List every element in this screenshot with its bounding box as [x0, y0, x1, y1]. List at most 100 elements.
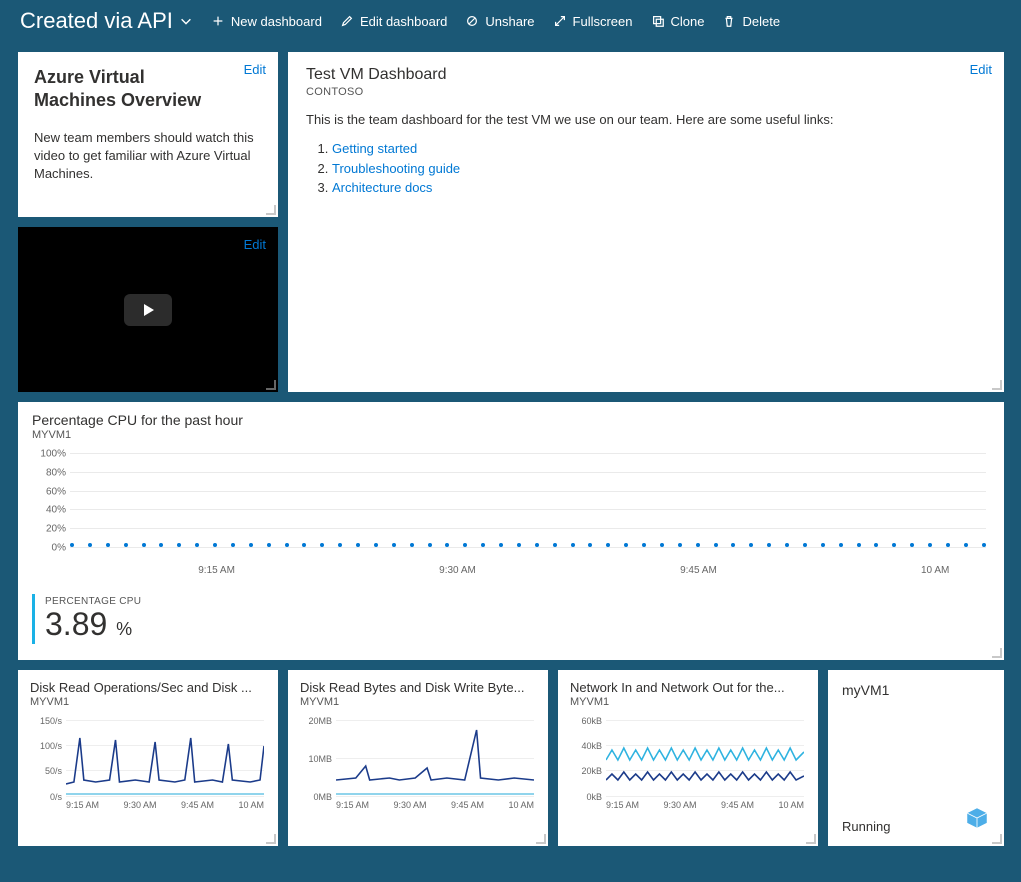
- testvm-tile[interactable]: Edit Test VM Dashboard CONTOSO This is t…: [288, 52, 1004, 392]
- delete-label: Delete: [742, 14, 780, 29]
- y-tick: 20MB: [300, 716, 332, 726]
- network-x-axis: 9:15 AM 9:30 AM 9:45 AM 10 AM: [606, 800, 804, 810]
- vm-icon: [964, 805, 990, 836]
- x-tick: 9:30 AM: [123, 800, 156, 810]
- x-tick: 10 AM: [508, 800, 534, 810]
- resize-handle[interactable]: [992, 648, 1002, 658]
- cpu-metric: PERCENTAGE CPU 3.89 %: [32, 594, 990, 644]
- network-resource: MYVM1: [570, 696, 806, 708]
- disk-ops-sparkline: [66, 720, 264, 796]
- metric-value: 3.89 %: [45, 607, 141, 642]
- x-tick: 10 AM: [921, 565, 949, 576]
- new-dashboard-label: New dashboard: [231, 14, 322, 29]
- dashboard-title[interactable]: Created via API: [20, 8, 193, 34]
- edit-dashboard-button[interactable]: Edit dashboard: [340, 14, 447, 29]
- list-item: Getting started: [332, 139, 986, 159]
- x-tick: 9:45 AM: [721, 800, 754, 810]
- disk-bytes-tile[interactable]: Disk Read Bytes and Disk Write Byte... M…: [288, 670, 548, 846]
- delete-button[interactable]: Delete: [722, 14, 780, 29]
- getting-started-link[interactable]: Getting started: [332, 141, 417, 156]
- y-tick: 100/s: [30, 741, 62, 751]
- resize-handle[interactable]: [266, 380, 276, 390]
- unshare-icon: [465, 14, 479, 28]
- y-tick: 150/s: [30, 716, 62, 726]
- network-sparkline: [606, 720, 804, 796]
- resize-handle[interactable]: [266, 205, 276, 215]
- clone-button[interactable]: Clone: [651, 14, 705, 29]
- y-tick: 20%: [32, 524, 66, 535]
- disk-ops-chart: 150/s 100/s 50/s 0/s: [30, 720, 266, 796]
- play-icon[interactable]: [124, 294, 172, 326]
- testvm-links-list: Getting started Troubleshooting guide Ar…: [306, 139, 986, 198]
- resize-handle[interactable]: [266, 834, 276, 844]
- vm-status-tile[interactable]: myVM1 Running: [828, 670, 1004, 846]
- cpu-x-axis: 9:15 AM 9:30 AM 9:45 AM 10 AM: [70, 565, 986, 576]
- disk-ops-resource: MYVM1: [30, 696, 266, 708]
- clone-label: Clone: [671, 14, 705, 29]
- disk-ops-tile[interactable]: Disk Read Operations/Sec and Disk ... MY…: [18, 670, 278, 846]
- y-tick: 10MB: [300, 754, 332, 764]
- overview-body: New team members should watch this video…: [34, 129, 262, 184]
- unshare-button[interactable]: Unshare: [465, 14, 534, 29]
- x-tick: 9:30 AM: [663, 800, 696, 810]
- disk-bytes-chart: 20MB 10MB 0MB: [300, 720, 536, 796]
- x-tick: 9:45 AM: [451, 800, 484, 810]
- vm-name: myVM1: [842, 682, 990, 698]
- overview-tile[interactable]: Edit Azure Virtual Machines Overview New…: [18, 52, 278, 217]
- network-title: Network In and Network Out for the...: [570, 680, 806, 695]
- fullscreen-icon: [553, 14, 567, 28]
- y-tick: 50/s: [30, 766, 62, 776]
- resize-handle[interactable]: [992, 834, 1002, 844]
- metric-accent-bar: [32, 594, 35, 644]
- plus-icon: [211, 14, 225, 28]
- troubleshooting-link[interactable]: Troubleshooting guide: [332, 161, 460, 176]
- x-tick: 10 AM: [238, 800, 264, 810]
- x-tick: 10 AM: [778, 800, 804, 810]
- y-tick: 20kB: [570, 766, 602, 776]
- cpu-data-line: [70, 543, 986, 547]
- testvm-org: CONTOSO: [306, 86, 986, 98]
- edit-dashboard-label: Edit dashboard: [360, 14, 447, 29]
- x-tick: 9:30 AM: [393, 800, 426, 810]
- resize-handle[interactable]: [992, 380, 1002, 390]
- x-tick: 9:30 AM: [439, 565, 476, 576]
- video-tile[interactable]: Edit: [18, 227, 278, 392]
- y-tick: 60kB: [570, 716, 602, 726]
- disk-bytes-resource: MYVM1: [300, 696, 536, 708]
- x-tick: 9:15 AM: [606, 800, 639, 810]
- testvm-title: Test VM Dashboard: [306, 66, 986, 84]
- vm-status: Running: [842, 819, 890, 834]
- y-tick: 100%: [32, 449, 66, 460]
- y-tick: 80%: [32, 467, 66, 478]
- x-tick: 9:15 AM: [198, 565, 235, 576]
- list-item: Troubleshooting guide: [332, 159, 986, 179]
- y-tick: 40kB: [570, 741, 602, 751]
- fullscreen-button[interactable]: Fullscreen: [553, 14, 633, 29]
- architecture-link[interactable]: Architecture docs: [332, 180, 432, 195]
- dashboard-title-text: Created via API: [20, 8, 173, 34]
- y-tick: 60%: [32, 486, 66, 497]
- clone-icon: [651, 14, 665, 28]
- x-tick: 9:45 AM: [680, 565, 717, 576]
- x-tick: 9:15 AM: [66, 800, 99, 810]
- overview-title: Azure Virtual Machines Overview: [34, 66, 262, 111]
- unshare-label: Unshare: [485, 14, 534, 29]
- cpu-chart-tile[interactable]: Percentage CPU for the past hour MYVM1 1…: [18, 402, 1004, 660]
- resize-handle[interactable]: [536, 834, 546, 844]
- new-dashboard-button[interactable]: New dashboard: [211, 14, 322, 29]
- resize-handle[interactable]: [806, 834, 816, 844]
- cpu-chart-area: 100% 80% 60% 40% 20% 0%: [32, 453, 990, 561]
- network-tile[interactable]: Network In and Network Out for the... MY…: [558, 670, 818, 846]
- testvm-edit-link[interactable]: Edit: [970, 62, 992, 77]
- video-edit-link[interactable]: Edit: [244, 237, 266, 252]
- disk-bytes-sparkline: [336, 720, 534, 796]
- y-tick: 0%: [32, 543, 66, 554]
- overview-edit-link[interactable]: Edit: [244, 62, 266, 77]
- cpu-chart-resource: MYVM1: [32, 429, 990, 441]
- disk-bytes-x-axis: 9:15 AM 9:30 AM 9:45 AM 10 AM: [336, 800, 534, 810]
- disk-ops-x-axis: 9:15 AM 9:30 AM 9:45 AM 10 AM: [66, 800, 264, 810]
- y-tick: 0kB: [570, 792, 602, 802]
- disk-bytes-title: Disk Read Bytes and Disk Write Byte...: [300, 680, 536, 695]
- x-tick: 9:15 AM: [336, 800, 369, 810]
- dashboard-toolbar: Created via API New dashboard Edit dashb…: [0, 0, 1021, 52]
